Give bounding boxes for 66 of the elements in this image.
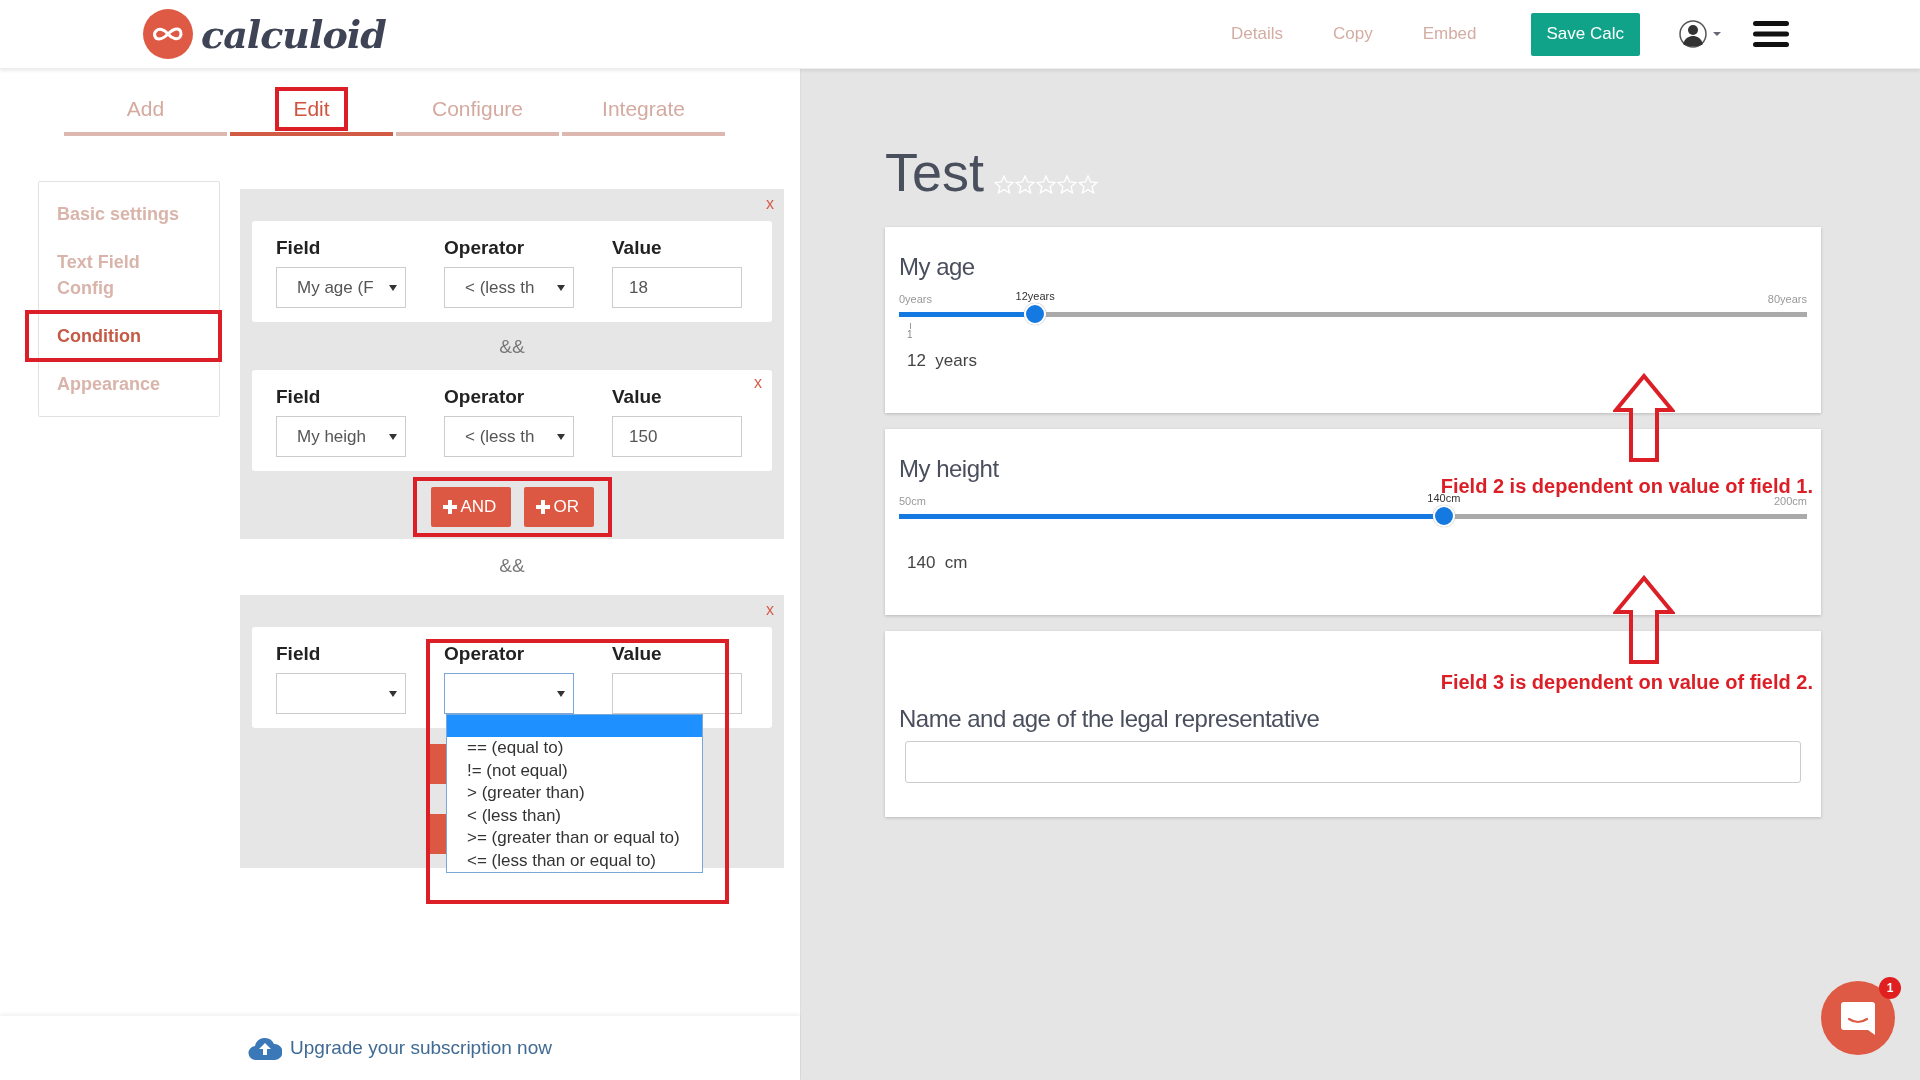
- slider-max-label: 80years: [1767, 293, 1807, 305]
- add-and-button[interactable]: AND: [430, 487, 511, 527]
- column-label: Operator: [444, 237, 526, 259]
- column-label: Field: [276, 386, 322, 408]
- slider-track[interactable]: [899, 505, 1807, 527]
- field-label: My age: [899, 253, 976, 281]
- upgrade-link[interactable]: Upgrade your subscription now: [290, 1037, 552, 1059]
- slider-value-label: 12years: [1015, 290, 1055, 302]
- caret-icon: [389, 433, 397, 440]
- column-label: Operator: [444, 643, 526, 665]
- slider-value-label: 140cm: [1427, 492, 1461, 504]
- field-label: My height: [899, 455, 1000, 483]
- add-or-button[interactable]: OR: [523, 487, 594, 527]
- caret-icon: [389, 690, 397, 697]
- operator-select[interactable]: < (less th: [444, 416, 574, 457]
- star-icon[interactable]: [1036, 175, 1057, 195]
- column-label: Field: [276, 643, 322, 665]
- and-operator: &&: [499, 555, 525, 577]
- star-icon[interactable]: [1057, 175, 1078, 195]
- slider-thumb[interactable]: [1024, 303, 1047, 325]
- caret-icon: [557, 284, 565, 291]
- calculator-title: Test: [885, 145, 985, 199]
- caret-icon: [557, 433, 565, 440]
- slider-tick: 1: [907, 323, 913, 339]
- slider-min-label: 50cm: [899, 495, 926, 507]
- field-select[interactable]: [276, 673, 406, 714]
- field-select[interactable]: My age (F: [276, 267, 406, 308]
- logo-icon: [143, 9, 193, 59]
- star-icon[interactable]: [1078, 175, 1099, 195]
- tab[interactable]: Edit: [230, 86, 393, 136]
- slider-track[interactable]: [899, 303, 1807, 325]
- slider-min-label: 0years: [899, 293, 933, 305]
- logo-text: calculoid: [201, 11, 386, 57]
- operator-select[interactable]: [444, 673, 574, 714]
- text-input[interactable]: [905, 741, 1801, 783]
- value-field[interactable]: [612, 673, 742, 714]
- slider-max-label: 200cm: [1773, 495, 1807, 507]
- menu-icon[interactable]: [1752, 20, 1790, 48]
- slider-reading: 12 years: [907, 351, 978, 371]
- cloud-upload-icon: [248, 1035, 283, 1061]
- and-operator: &&: [499, 336, 525, 358]
- caret-icon: [389, 284, 397, 291]
- star-icon[interactable]: [1015, 175, 1036, 195]
- operator-select[interactable]: < (less th: [444, 267, 574, 308]
- save-button[interactable]: Save Calc: [1530, 12, 1640, 56]
- value-field[interactable]: 18: [612, 267, 742, 308]
- slider-thumb[interactable]: [1432, 505, 1455, 527]
- notification-badge: 1: [1879, 977, 1901, 999]
- field-select[interactable]: My heigh: [276, 416, 406, 457]
- plus-icon: [535, 500, 550, 514]
- star-icon[interactable]: [994, 175, 1015, 195]
- caret-icon: [557, 690, 565, 697]
- slider-reading: 140 cm: [907, 553, 969, 573]
- close-button[interactable]: x: [766, 195, 774, 213]
- value-field[interactable]: 150: [612, 416, 742, 457]
- menu-item[interactable]: Condition: [27, 312, 220, 360]
- column-label: Value: [612, 237, 663, 259]
- plus-icon: [442, 500, 457, 514]
- column-label: Value: [612, 386, 663, 408]
- remove-button[interactable]: x: [754, 374, 762, 392]
- column-label: Field: [276, 237, 322, 259]
- field-label: Name and age of the legal representative: [899, 705, 1321, 733]
- column-label: Value: [612, 643, 663, 665]
- annotation-text: Field 3 is dependent on value of field 2.: [1440, 671, 1813, 694]
- column-label: Operator: [444, 386, 526, 408]
- close-button[interactable]: x: [766, 601, 774, 619]
